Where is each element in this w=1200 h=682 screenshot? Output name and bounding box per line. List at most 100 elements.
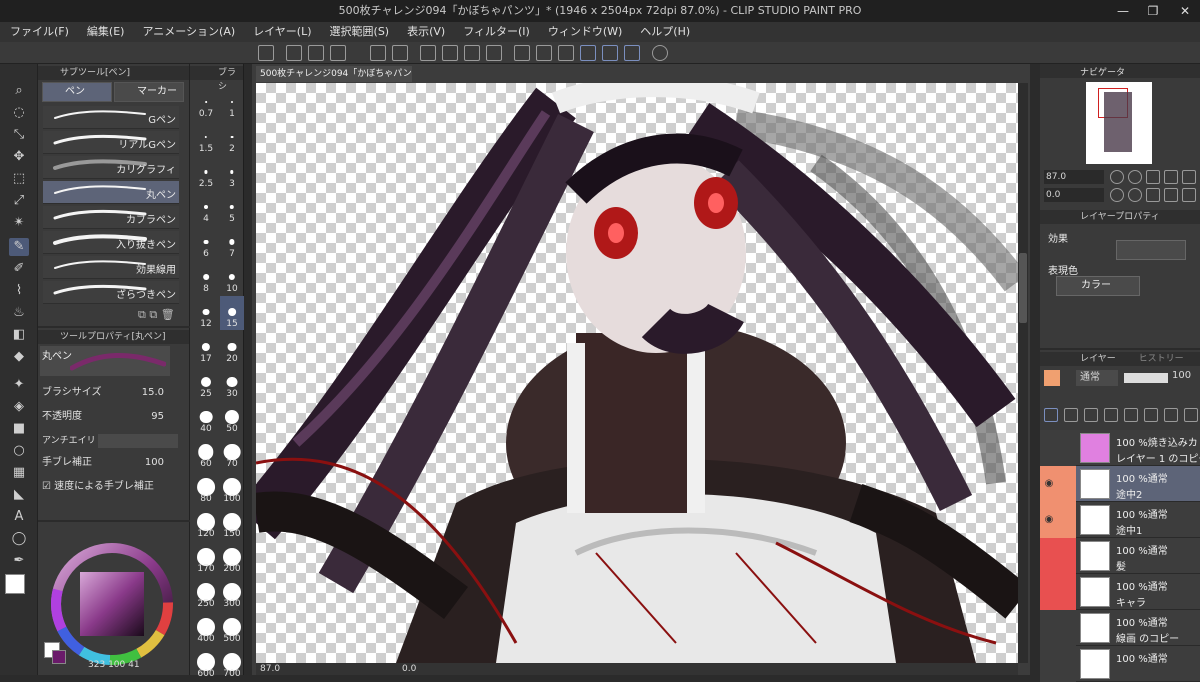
brush-size-item[interactable]: 170 — [194, 541, 218, 575]
text-icon[interactable]: A — [9, 508, 29, 526]
brush-size-row[interactable]: ブラシサイズ 15.0 — [42, 384, 182, 402]
brush-item[interactable]: 丸ペン — [43, 181, 179, 204]
operation-icon[interactable]: ⤡ — [9, 126, 29, 144]
brush-item[interactable]: カリグラフィ — [43, 156, 179, 179]
tab-marker[interactable]: マーカー — [114, 82, 184, 102]
undo-icon[interactable] — [370, 45, 386, 61]
brush-size-item[interactable]: 6 — [194, 226, 218, 260]
visibility-toggle[interactable] — [1040, 610, 1058, 646]
maximize-button[interactable]: ❐ — [1138, 0, 1168, 22]
brush-size-item[interactable]: 1.5 — [194, 121, 218, 155]
brush-size-item[interactable]: 120 — [194, 506, 218, 540]
stabilization-value[interactable]: 100 — [145, 454, 164, 472]
help-icon[interactable] — [652, 45, 668, 61]
minimize-button[interactable]: — — [1108, 0, 1138, 22]
brush-size-item[interactable]: 10 — [220, 261, 244, 295]
brush-item[interactable]: 効果線用 — [43, 256, 179, 279]
layer-toolbar-icon-7[interactable] — [1164, 408, 1178, 422]
brush-size-item[interactable]: 30 — [220, 366, 244, 400]
menu-file[interactable]: ファイル(F) — [0, 22, 77, 42]
fit-icon[interactable] — [1146, 170, 1160, 184]
visibility-toggle[interactable] — [1040, 646, 1058, 682]
layer-toolbar-icon-1[interactable] — [1044, 408, 1058, 422]
brush-size-item[interactable]: 100 — [220, 471, 244, 505]
visibility-toggle[interactable] — [1040, 430, 1058, 466]
drawing-canvas[interactable] — [256, 83, 1018, 663]
zoom-icon[interactable]: ⌕ — [9, 82, 29, 100]
layer-lock-toggle[interactable] — [1058, 574, 1076, 610]
frame-icon[interactable]: ▦ — [9, 464, 29, 482]
layer-tab[interactable]: レイヤー — [1080, 354, 1116, 364]
history-tab[interactable]: ヒストリー — [1139, 354, 1184, 364]
brush-size-item[interactable]: 60 — [194, 436, 218, 470]
brush-size-value[interactable]: 15.0 — [142, 384, 164, 402]
layer-lock-toggle[interactable] — [1058, 610, 1076, 646]
transform-icon[interactable] — [486, 45, 502, 61]
open-file-icon[interactable] — [308, 45, 324, 61]
brush-size-item[interactable]: 12 — [194, 296, 218, 330]
brush-size-item[interactable]: 2.5 — [194, 156, 218, 190]
tab-pen[interactable]: ペン — [42, 82, 112, 102]
speed-stabilization-checkbox[interactable]: ☑ — [42, 481, 54, 492]
brush-size-item[interactable]: 40 — [194, 401, 218, 435]
sub-color-chip[interactable] — [52, 650, 66, 664]
brush-size-item[interactable]: 0.7 — [194, 86, 218, 120]
brush-size-item[interactable]: 2 — [220, 121, 244, 155]
brush-size-item[interactable]: 20 — [220, 331, 244, 365]
gradient-icon[interactable]: ■ — [9, 420, 29, 438]
layer-color-chip[interactable] — [1044, 370, 1060, 386]
brush-size-item[interactable]: 4 — [194, 191, 218, 225]
visibility-toggle[interactable] — [1040, 538, 1058, 574]
layer-row[interactable]: 100 %通常 線画 のコピー — [1040, 610, 1200, 646]
figure-icon[interactable]: ○ — [9, 442, 29, 460]
navigator-zoom-field[interactable]: 87.0 — [1044, 170, 1104, 184]
brush-size-item[interactable]: 25 — [194, 366, 218, 400]
navigator-thumbnail[interactable] — [1086, 82, 1152, 164]
show-selection-icon[interactable] — [558, 45, 574, 61]
brush-size-item[interactable]: 17 — [194, 331, 218, 365]
menu-view[interactable]: 表示(V) — [397, 22, 453, 42]
snap-grid-icon[interactable] — [624, 45, 640, 61]
deselect-icon[interactable] — [514, 45, 530, 61]
eye-icon[interactable]: ◉ — [1040, 466, 1058, 502]
layer-row[interactable]: 100 %通常 — [1040, 646, 1200, 682]
brush-size-item[interactable]: 300 — [220, 576, 244, 610]
layer-toolbar-icon-4[interactable] — [1104, 408, 1118, 422]
brush-size-item[interactable]: 15 — [220, 296, 244, 330]
layer-row[interactable]: 100 %通常 キャラ — [1040, 574, 1200, 610]
brush-size-item[interactable]: 70 — [220, 436, 244, 470]
redo-icon[interactable] — [392, 45, 408, 61]
pencil-icon[interactable]: ✐ — [9, 260, 29, 278]
clear-icon[interactable] — [442, 45, 458, 61]
menu-help[interactable]: ヘルプ(H) — [630, 22, 698, 42]
layer-row[interactable]: ◉ 100 %通常 途中2 — [1040, 466, 1200, 502]
layer-opacity-value[interactable]: 100 — [1172, 370, 1191, 381]
selection-icon[interactable]: ⬚ — [9, 170, 29, 188]
brush-size-item[interactable]: 1 — [220, 86, 244, 120]
canvas-zoom-value[interactable]: 87.0 — [260, 663, 280, 675]
new-file-icon[interactable] — [286, 45, 302, 61]
brush-size-item[interactable]: 150 — [220, 506, 244, 540]
brush-size-item[interactable]: 500 — [220, 611, 244, 645]
main-color-swatch[interactable] — [5, 574, 25, 594]
fit-navigator-icon[interactable] — [1182, 170, 1196, 184]
opacity-row[interactable]: 不透明度 95 — [42, 408, 182, 426]
brush-icon[interactable]: ⌇ — [9, 282, 29, 300]
clip-studio-icon[interactable] — [258, 45, 274, 61]
menu-window[interactable]: ウィンドウ(W) — [538, 22, 630, 42]
layer-lock-toggle[interactable] — [1058, 646, 1076, 682]
rotate-right-icon[interactable] — [1128, 188, 1142, 202]
pen-icon[interactable]: ✎ — [9, 238, 29, 256]
brush-item[interactable]: 入り抜きペン — [43, 231, 179, 254]
stabilization-row[interactable]: 手ブレ補正 100 — [42, 454, 182, 472]
brush-size-item[interactable]: 7 — [220, 226, 244, 260]
zoom-out-icon[interactable] — [1110, 170, 1124, 184]
speed-stabilization-row[interactable]: ☑ 速度による手ブレ補正 — [42, 478, 182, 496]
save-icon[interactable] — [330, 45, 346, 61]
eyedropper-icon[interactable]: ⤢ — [9, 192, 29, 210]
balloon-icon[interactable]: ◯ — [9, 530, 29, 548]
blend-icon[interactable]: ◆ — [9, 348, 29, 366]
brush-item[interactable]: リアルGペン — [43, 131, 179, 154]
menu-selection[interactable]: 選択範囲(S) — [320, 22, 398, 42]
fill-tool-icon[interactable]: ◈ — [9, 398, 29, 416]
